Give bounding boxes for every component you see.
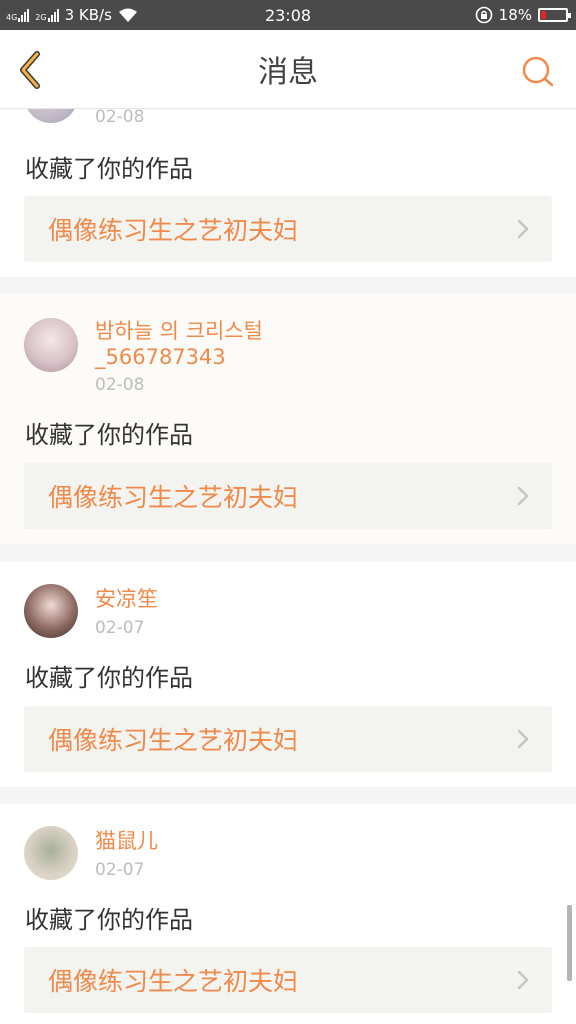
status-bar: 4G 2G 3 KB/s 23:08 18% <box>0 0 576 30</box>
work-link[interactable]: 偶像练习生之艺初夫妇 <box>24 947 552 1013</box>
status-right: 18% <box>475 0 571 30</box>
work-title: 偶像练习生之艺初夫妇 <box>48 216 299 245</box>
message-date: 02-08 <box>95 109 145 127</box>
header-bar: 消息 <box>0 30 576 109</box>
message-action: 收藏了你的作品 <box>25 421 193 449</box>
message-card: 猫鼠儿 02-07 收藏了你的作品 偶像练习生之艺初夫妇 <box>0 804 576 1024</box>
message-list[interactable]: 02-08 收藏了你的作品 偶像练习生之艺初夫妇 밤하늘 의 크리스털 _566… <box>0 109 576 1024</box>
user-name[interactable]: 安凉笙 <box>95 586 158 612</box>
message-action: 收藏了你的作品 <box>25 155 193 183</box>
chevron-right-icon <box>517 970 529 990</box>
work-title: 偶像练习生之艺初夫妇 <box>48 483 299 512</box>
battery-percent: 18% <box>498 6 532 24</box>
user-name[interactable]: 猫鼠儿 <box>95 828 158 854</box>
battery-icon <box>538 8 571 22</box>
work-title: 偶像练习生之艺初夫妇 <box>48 726 299 755</box>
page-title: 消息 <box>258 55 318 90</box>
message-action: 收藏了你的作品 <box>25 906 193 934</box>
avatar[interactable] <box>24 109 78 123</box>
message-date: 02-08 <box>95 375 145 395</box>
avatar[interactable] <box>24 318 78 372</box>
search-icon <box>522 56 554 87</box>
user-id[interactable]: _566787343 <box>95 344 226 370</box>
message-card: 安凉笙 02-07 收藏了你的作品 偶像练习生之艺初夫妇 <box>0 562 576 787</box>
message-date: 02-07 <box>95 618 145 638</box>
avatar[interactable] <box>24 584 78 638</box>
scrollbar[interactable] <box>567 905 572 981</box>
message-date: 02-07 <box>95 860 145 880</box>
message-card: 밤하늘 의 크리스털 _566787343 02-08 收藏了你的作品 偶像练习… <box>0 294 576 544</box>
search-button[interactable] <box>520 54 556 90</box>
chevron-right-icon <box>517 729 529 749</box>
user-name[interactable]: 밤하늘 의 크리스털 <box>95 318 263 344</box>
chevron-right-icon <box>517 219 529 239</box>
message-action: 收藏了你的作品 <box>25 664 193 692</box>
avatar[interactable] <box>24 826 78 880</box>
work-link[interactable]: 偶像练习生之艺初夫妇 <box>24 196 552 262</box>
rotation-lock-icon <box>475 6 492 24</box>
work-link[interactable]: 偶像练习生之艺初夫妇 <box>24 706 552 772</box>
chevron-right-icon <box>517 486 529 506</box>
work-link[interactable]: 偶像练习生之艺初夫妇 <box>24 463 552 529</box>
work-title: 偶像练习生之艺初夫妇 <box>48 967 299 996</box>
message-card: 02-08 收藏了你的作品 偶像练习生之艺初夫妇 <box>0 109 576 277</box>
battery-level <box>541 11 546 19</box>
